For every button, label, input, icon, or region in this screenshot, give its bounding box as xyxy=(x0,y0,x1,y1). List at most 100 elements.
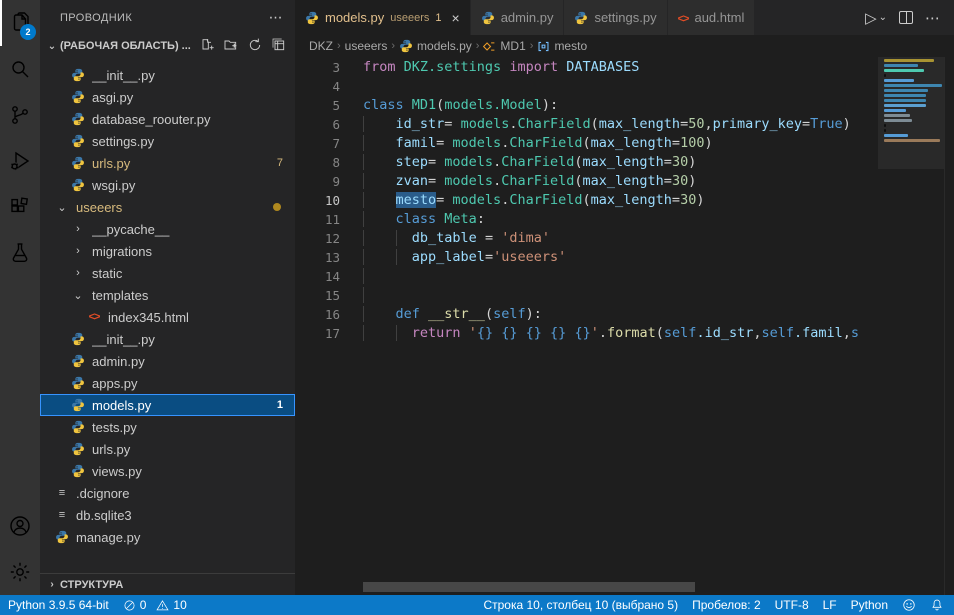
new-file-icon[interactable] xyxy=(199,37,215,56)
close-icon[interactable]: × xyxy=(452,10,460,26)
tree-item-db-sqlite3[interactable]: ≡db.sqlite3 xyxy=(40,504,295,526)
status-cursor-position[interactable]: Строка 10, столбец 10 (выбрано 5) xyxy=(483,598,678,612)
tree-item-database-roouter-py[interactable]: database_roouter.py xyxy=(40,108,295,130)
tree-item-wsgi-py[interactable]: wsgi.py xyxy=(40,174,295,196)
tree-item-index345-html[interactable]: <>index345.html xyxy=(40,306,295,328)
line-content: app_label='useeers' xyxy=(340,248,566,267)
python-file-icon xyxy=(574,11,588,25)
code-line-4[interactable]: 4 xyxy=(295,77,878,96)
breadcrumb-separator: › xyxy=(337,40,341,52)
activity-item-testing[interactable] xyxy=(0,230,40,276)
code-line-11[interactable]: 11 class Meta: xyxy=(295,210,878,229)
tree-folder-static[interactable]: ›static xyxy=(40,262,295,284)
activity-bar-bottom xyxy=(0,503,40,595)
tab-settings-py[interactable]: settings.py xyxy=(564,0,667,35)
tree-item--init-py[interactable]: __init__.py xyxy=(40,328,295,350)
file-name: asgi.py xyxy=(92,90,295,105)
code-line-8[interactable]: 8 step= models.CharField(max_length=30) xyxy=(295,153,878,172)
activity-item-explorer[interactable]: 2 xyxy=(0,0,40,46)
activity-item-search[interactable] xyxy=(0,46,40,92)
line-number: 3 xyxy=(295,58,340,77)
run-button[interactable]: ▷⌄ xyxy=(865,9,887,27)
line-content xyxy=(340,267,396,286)
python-file-icon xyxy=(70,89,86,105)
error-icon xyxy=(123,599,136,612)
tree-item-urls-py[interactable]: urls.py7 xyxy=(40,152,295,174)
status-notifications[interactable] xyxy=(930,598,944,612)
more-actions-button[interactable]: ⋯ xyxy=(925,9,940,27)
code-line-14[interactable]: 14 xyxy=(295,267,878,286)
tree-item-views-py[interactable]: views.py xyxy=(40,460,295,482)
clipped-tree-item[interactable]: __ xyxy=(40,57,295,64)
line-number: 4 xyxy=(295,77,340,96)
tab-admin-py[interactable]: admin.py xyxy=(471,0,565,35)
status-indentation[interactable]: Пробелов: 2 xyxy=(692,598,761,612)
breadcrumb-item-models.py[interactable]: models.py xyxy=(399,39,472,53)
activity-item-run-debug[interactable] xyxy=(0,138,40,184)
breadcrumb-item-md1[interactable]: MD1 xyxy=(483,39,525,53)
activity-item-settings[interactable] xyxy=(0,549,40,595)
code-line-12[interactable]: 12 db_table = 'dima' xyxy=(295,229,878,248)
code-line-17[interactable]: 17 return '{} {} {} {} {}'.format(self.i… xyxy=(295,324,878,343)
status-bar-left: Python 3.9.5 64-bit 010 xyxy=(8,598,187,612)
minimap[interactable] xyxy=(878,57,944,595)
breadcrumb-item-mesto[interactable]: mesto xyxy=(537,39,587,53)
tree-folder-templates[interactable]: ⌄templates xyxy=(40,284,295,306)
line-content: step= models.CharField(max_length=30) xyxy=(340,153,696,172)
file-name: __pycache__ xyxy=(92,222,295,237)
code-line-13[interactable]: 13 app_label='useeers' xyxy=(295,248,878,267)
sidebar-more-icon[interactable]: ⋯ xyxy=(269,9,283,26)
line-content: class Meta: xyxy=(340,210,485,229)
status-eol[interactable]: LF xyxy=(823,598,837,612)
tree-item--init-py[interactable]: __init__.py xyxy=(40,64,295,86)
file-name: __init__.py xyxy=(92,68,295,83)
activity-item-source-control[interactable] xyxy=(0,92,40,138)
new-folder-icon[interactable] xyxy=(223,37,239,56)
code-line-15[interactable]: 15 xyxy=(295,286,878,305)
breadcrumb-item-dkz[interactable]: DKZ xyxy=(309,39,333,53)
line-content: db_table = 'dima' xyxy=(340,229,550,248)
code-line-16[interactable]: 16 def __str__(self): xyxy=(295,305,878,324)
status-encoding[interactable]: UTF-8 xyxy=(775,598,809,612)
tree-item-settings-py[interactable]: settings.py xyxy=(40,130,295,152)
breadcrumb-separator: › xyxy=(476,40,480,52)
tree-item-models-py[interactable]: models.py1 xyxy=(40,394,295,416)
tree-folder-useeers[interactable]: ⌄useeers xyxy=(40,196,295,218)
activity-item-account[interactable] xyxy=(0,503,40,549)
split-editor-button[interactable] xyxy=(899,11,913,24)
tab-models-py[interactable]: models.pyuseeers1× xyxy=(295,0,471,35)
code-line-5[interactable]: 5class MD1(models.Model): xyxy=(295,96,878,115)
collapse-all-icon[interactable] xyxy=(271,37,287,56)
python-file-icon xyxy=(305,11,319,25)
status-python-interpreter[interactable]: Python 3.9.5 64-bit xyxy=(8,598,109,612)
tree-item--dcignore[interactable]: ≡.dcignore xyxy=(40,482,295,504)
tree-item-apps-py[interactable]: apps.py xyxy=(40,372,295,394)
tree-item-manage-py[interactable]: manage.py xyxy=(40,526,295,548)
tab-description: useeers xyxy=(390,12,429,24)
activity-badge: 2 xyxy=(20,24,36,40)
horizontal-scrollbar[interactable] xyxy=(363,582,695,592)
tree-item-asgi-py[interactable]: asgi.py xyxy=(40,86,295,108)
tree-item-admin-py[interactable]: admin.py xyxy=(40,350,295,372)
code-line-7[interactable]: 7 famil= models.CharField(max_length=100… xyxy=(295,134,878,153)
breadcrumb-item-useeers[interactable]: useeers xyxy=(345,39,388,53)
tree-item-tests-py[interactable]: tests.py xyxy=(40,416,295,438)
status-problems[interactable]: 010 xyxy=(123,598,187,612)
workspace-section-header[interactable]: ⌄ (РАБОЧАЯ ОБЛАСТЬ) ... xyxy=(40,35,295,57)
status-language-mode[interactable]: Python xyxy=(851,598,888,612)
code-line-9[interactable]: 9 zvan= models.CharField(max_length=30) xyxy=(295,172,878,191)
debug-icon xyxy=(8,149,32,173)
code-line-10[interactable]: 10 mesto= models.CharField(max_length=30… xyxy=(295,191,878,210)
outline-section-header[interactable]: › СТРУКТУРА xyxy=(40,573,295,595)
code-line-6[interactable]: 6 id_str= models.CharField(max_length=50… xyxy=(295,115,878,134)
code-line-3[interactable]: 3from DKZ.settings import DATABASES xyxy=(295,58,878,77)
html-file-icon: <> xyxy=(86,309,102,325)
tree-item-urls-py[interactable]: urls.py xyxy=(40,438,295,460)
status-feedback[interactable] xyxy=(902,598,916,612)
tab-aud-html[interactable]: <>aud.html xyxy=(668,0,756,35)
tree-folder--pycache-[interactable]: ›__pycache__ xyxy=(40,218,295,240)
code-editor[interactable]: 3from DKZ.settings import DATABASES45cla… xyxy=(295,57,954,595)
refresh-icon[interactable] xyxy=(247,37,263,56)
activity-item-extensions[interactable] xyxy=(0,184,40,230)
tree-folder-migrations[interactable]: ›migrations xyxy=(40,240,295,262)
